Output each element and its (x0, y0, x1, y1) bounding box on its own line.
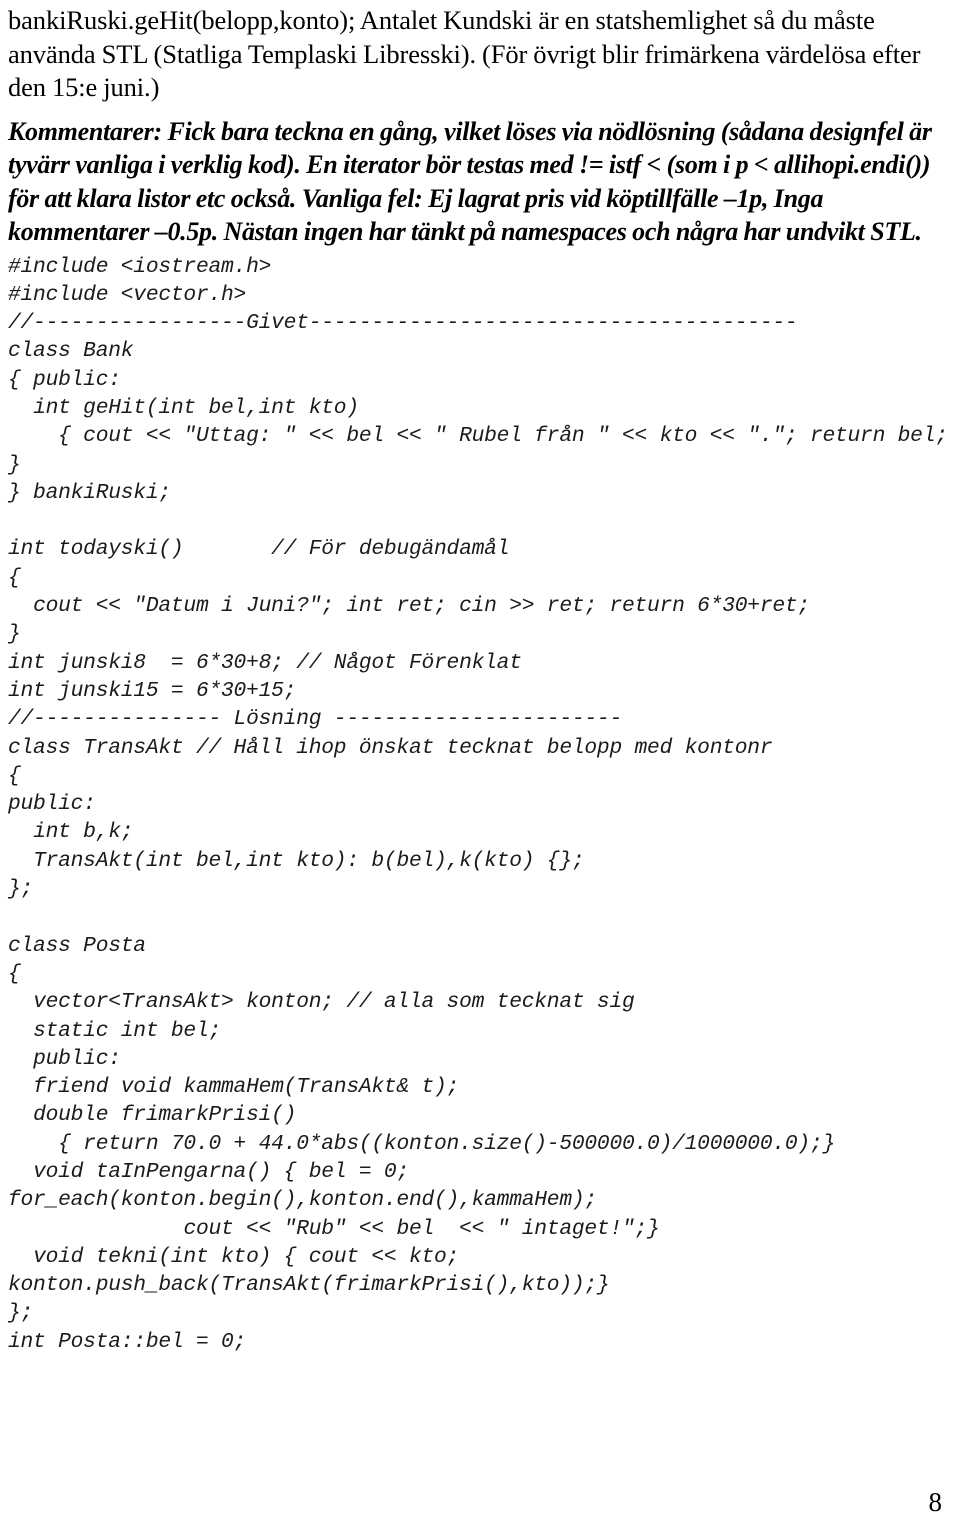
intro-paragraph: bankiRuski.geHit(belopp,konto); Antalet … (8, 5, 921, 102)
document-page: bankiRuski.geHit(belopp,konto); Antalet … (0, 0, 960, 1530)
source-code-listing: #include <iostream.h> #include <vector.h… (8, 254, 948, 1354)
grader-comment-paragraph: Kommentarer: Fick bara teckna en gång, v… (8, 116, 932, 247)
page-number: 8 (928, 1487, 943, 1517)
